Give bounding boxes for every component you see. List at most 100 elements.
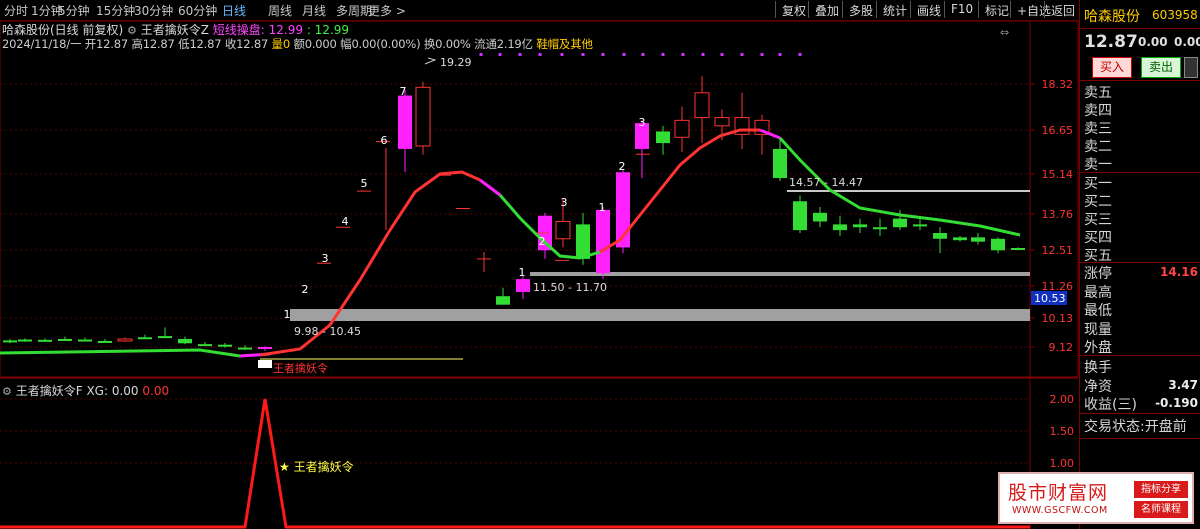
buy-rows-label-0: 买一: [1084, 176, 1112, 192]
candle-body: [158, 336, 172, 339]
stat-rows-label-0: 涨停: [1084, 266, 1112, 282]
candle-body: [991, 238, 1005, 251]
candle-body: [198, 344, 212, 347]
info-low: 低12.87: [178, 37, 222, 51]
info-range: 幅0.00(0.00%): [340, 37, 421, 51]
info-sector[interactable]: 鞋帽及其他: [536, 37, 593, 51]
info-turn: 换0.00%: [423, 37, 471, 51]
signal-dot: [498, 53, 502, 56]
stat-rows-label-1: 最高: [1084, 284, 1112, 301]
main-frame: [0, 20, 1079, 378]
sell-rows-label-0: 卖五: [1084, 85, 1112, 101]
trend-line-segment: [0, 348, 241, 358]
candle-body: [953, 237, 967, 241]
signal-dot: [798, 53, 802, 56]
stock-name: 哈森股份: [1084, 9, 1140, 25]
signal-dot: [778, 53, 782, 56]
chart-info-line: 2024/11/18/一 开12.87 高12.87 低12.87 收12.87…: [2, 36, 593, 52]
stat-rows-label-3: 现量: [1084, 321, 1112, 338]
candle-body: [596, 209, 610, 274]
toggle-button[interactable]: [1184, 57, 1198, 78]
signal-dot: [560, 53, 564, 56]
wave-number: 7: [400, 85, 407, 98]
info-close: 收12.87: [224, 37, 269, 51]
buy-button[interactable]: 买入: [1092, 57, 1132, 78]
signal-dot: [661, 53, 665, 56]
sell-rows-label-3: 卖二: [1084, 139, 1112, 155]
watermark-tag1: 指标分享: [1134, 481, 1188, 498]
gear-icon[interactable]: ⚙: [2, 385, 12, 398]
watermark-tag2: 名师课程: [1134, 501, 1188, 518]
candle-body: [178, 338, 192, 344]
stat2-rows-label-0: 换手: [1084, 360, 1112, 376]
price-change: 0.00: [1138, 35, 1168, 49]
zone-mid-label: 11.50 - 11.70: [533, 281, 607, 294]
sub-xg: XG: 0.00: [86, 384, 139, 398]
candle-body: [38, 339, 52, 342]
candle-body: [656, 131, 670, 144]
price-axis-label: 9.12: [1049, 341, 1074, 354]
wave-number: 2: [539, 235, 546, 248]
candle-body: [694, 92, 710, 119]
signal-dot: [720, 53, 724, 56]
candle-body: [218, 344, 232, 347]
last-price: 12.87: [1084, 32, 1138, 52]
sub-title[interactable]: 王者擒妖令F: [16, 384, 83, 398]
stock-code: 603958: [1152, 8, 1198, 22]
candle-body: [933, 233, 947, 239]
signal-dot: [581, 53, 585, 56]
candle-body: [415, 86, 431, 147]
sub-axis-label: 1.00: [1050, 457, 1075, 470]
zone-low-label: 9.98 - 10.45: [294, 325, 361, 338]
signal-annotation: ★ 王者擒妖令: [279, 459, 354, 474]
candle-body: [833, 224, 847, 231]
info-vol: 量0: [271, 37, 291, 51]
indicator-name[interactable]: 王者擒妖令Z: [141, 23, 209, 37]
signal-dot: [538, 53, 542, 56]
candle-body: [971, 237, 985, 242]
wave-number: 6: [381, 134, 388, 147]
indicator-value: : 12.99: [306, 23, 350, 37]
current-price-tag-label: 10.53: [1034, 292, 1066, 305]
candle-body: [913, 224, 927, 227]
candle-body: [576, 224, 590, 259]
wave-number: 2: [302, 283, 309, 296]
wave-number: 2: [619, 160, 626, 173]
candle-body: [516, 279, 530, 292]
candle-body: [496, 296, 510, 305]
stat-rows-label-2: 最低: [1084, 303, 1112, 319]
signal-dot: [479, 53, 483, 56]
candle-body: [555, 220, 571, 240]
stat-rows-value-0: 14.16: [1160, 265, 1198, 279]
zone-upper-label: 14.57 - 14.47: [789, 176, 863, 189]
candle-body: [793, 201, 807, 231]
candle-body: [674, 119, 690, 138]
candle-body: [773, 148, 787, 179]
quote-panel: 哈森股份 603958 12.87 0.00 0.00% 买入 卖出 卖五卖四卖…: [1079, 0, 1200, 529]
signal-dot: [760, 53, 764, 56]
info-float: 流通2.19亿: [474, 37, 533, 51]
sell-rows-label-2: 卖三: [1084, 121, 1112, 137]
trend-line-segment: [479, 178, 501, 197]
trend-line-segment: [259, 170, 481, 357]
signal-dot: [701, 53, 705, 56]
info-high: 高12.87: [131, 37, 175, 51]
sub-chart: 2.00 1.50 1.00 ★ 王者擒妖令: [0, 393, 1075, 529]
chart-area: 18.3216.6515.1413.7612.5111.2610.139.121…: [0, 20, 1079, 529]
indicator-label: 短线操盘: 12.99: [212, 23, 303, 37]
sell-rows-label-4: 卖一: [1084, 157, 1112, 173]
wave-number: 1: [519, 266, 526, 279]
chart-title: 哈森股份(日线 前复权): [2, 23, 124, 37]
watermark-logo: 股市财富网 WWW.GSCFW.COM 指标分享 名师课程: [998, 472, 1194, 524]
info-date: 2024/11/18/一: [2, 37, 82, 51]
signal-dot: [518, 53, 522, 56]
candle-body: [714, 117, 730, 127]
wave-number: 1: [284, 308, 291, 321]
buy-rows-label-3: 买四: [1084, 230, 1112, 246]
sell-button[interactable]: 卖出: [1141, 57, 1181, 78]
pin-icon: ⇔: [1000, 26, 1009, 39]
stat2-rows-label-2: 收益(三): [1084, 397, 1137, 413]
sub-chart-header: ⚙ 王者擒妖令F XG: 0.00 0.00: [2, 382, 169, 399]
candle-body: [853, 224, 867, 228]
trade-status: 交易状态:开盘前: [1084, 419, 1187, 435]
